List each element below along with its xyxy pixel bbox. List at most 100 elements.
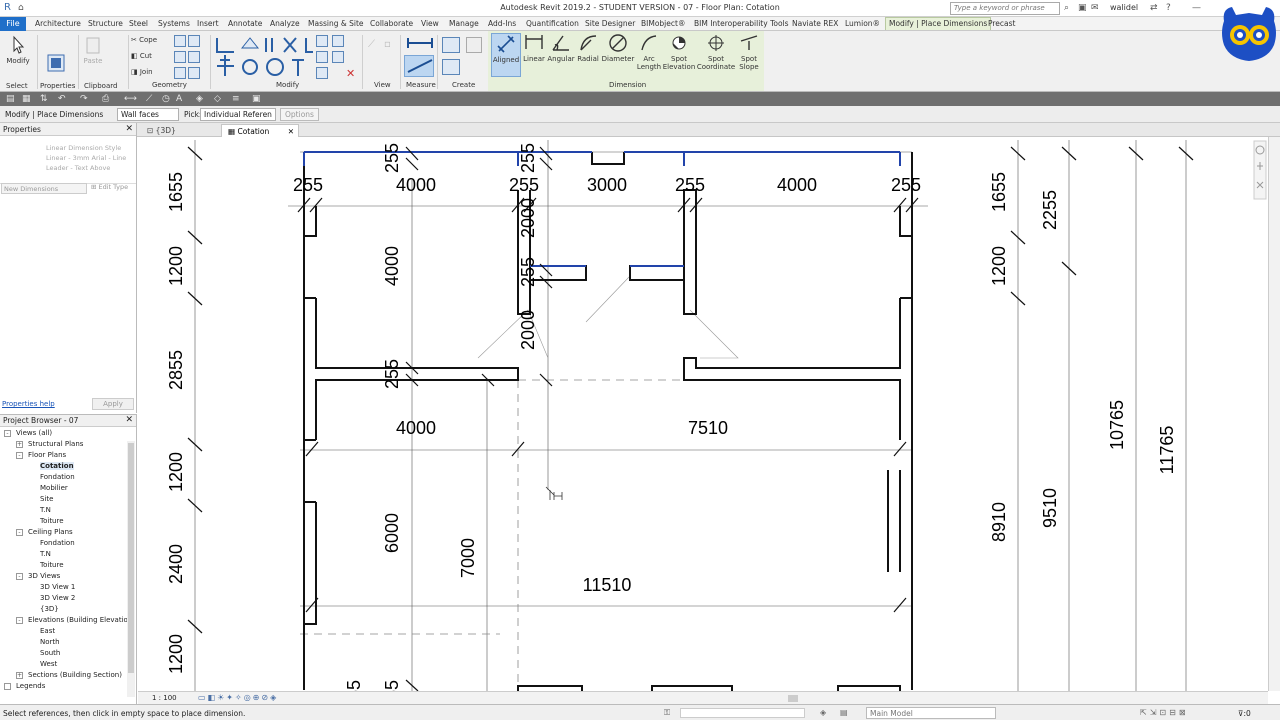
- dim-room-height-6000[interactable]: 6000: [382, 513, 402, 553]
- redo-icon[interactable]: ↷: [80, 94, 88, 104]
- browser-node[interactable]: T.N: [40, 550, 51, 558]
- tab-collaborate[interactable]: Collaborate: [370, 19, 413, 28]
- undo-icon[interactable]: ↶: [58, 94, 66, 104]
- linear-dimension-button[interactable]: Linear: [521, 33, 547, 63]
- dim-bottom-partial[interactable]: 55: [382, 680, 402, 691]
- cope-tool[interactable]: ✂ Cope: [131, 36, 157, 44]
- tab-bim-interoperability[interactable]: BIM Interoperability Tools: [694, 19, 789, 28]
- floor-plan[interactable]: 255 4000 255 3000 255 4000 255 255 255 2…: [138, 137, 1268, 691]
- dim-room-height-4000[interactable]: 4000: [382, 246, 402, 286]
- browser-node[interactable]: Legends: [16, 682, 45, 690]
- browser-node[interactable]: West: [40, 660, 57, 668]
- dim-vertical-255[interactable]: 255: [382, 143, 402, 173]
- open-icon[interactable]: ▤: [6, 94, 15, 104]
- dim-top-4000[interactable]: 4000: [777, 175, 817, 195]
- dim-vertical-2000[interactable]: 2000: [518, 198, 538, 238]
- browser-node[interactable]: Structural Plans: [28, 440, 83, 448]
- dim-vertical-255[interactable]: 255: [518, 143, 538, 173]
- save-icon[interactable]: ▦: [22, 94, 31, 104]
- modify-button[interactable]: Modify: [4, 35, 32, 65]
- tab-insert[interactable]: Insert: [197, 19, 219, 28]
- dim-left-1200[interactable]: 1200: [166, 452, 186, 492]
- select-dropdown[interactable]: Select: [6, 82, 28, 90]
- tab-lumion[interactable]: Lumion®: [845, 19, 880, 28]
- geometry-tool-icon[interactable]: [174, 67, 186, 79]
- thin-lines-icon[interactable]: ≡: [232, 94, 240, 104]
- modify-tools-icons[interactable]: [214, 34, 314, 78]
- aligned-dimension-icon[interactable]: ⟋: [146, 94, 152, 104]
- view-tab-cotation[interactable]: ▦ Cotation ✕: [221, 124, 299, 137]
- browser-node[interactable]: T.N: [40, 506, 51, 514]
- dim-top-3000[interactable]: 3000: [587, 175, 627, 195]
- dim-left-1200[interactable]: 1200: [166, 246, 186, 286]
- edit-type-button[interactable]: ⊞ Edit Type: [91, 183, 128, 191]
- communication-icon[interactable]: ✉: [1091, 3, 1099, 13]
- dim-right-2255[interactable]: 2255: [1040, 190, 1060, 230]
- tree-toggle-icon[interactable]: +: [16, 672, 23, 679]
- view-control-icons[interactable]: ▭◧☀✦✧◎⊕⊘◈: [198, 693, 278, 702]
- create-assembly-icon[interactable]: [466, 37, 482, 53]
- diameter-dimension-button[interactable]: Diameter: [601, 33, 635, 63]
- dim-right-1200[interactable]: 1200: [989, 246, 1009, 286]
- options-button[interactable]: Options: [280, 108, 319, 121]
- browser-node[interactable]: 3D View 2: [40, 594, 75, 602]
- tree-toggle-icon[interactable]: [4, 683, 11, 690]
- tab-file[interactable]: File: [0, 17, 26, 31]
- tree-toggle-icon[interactable]: -: [16, 529, 23, 536]
- dim-bottom-partial[interactable]: 55: [344, 680, 364, 691]
- tab-precast[interactable]: Precast: [988, 19, 1016, 28]
- selection-filter-icons[interactable]: ⇱⇲⊡⊟⊠: [1140, 708, 1189, 717]
- browser-node[interactable]: Cotation: [40, 462, 74, 470]
- browser-scrollbar[interactable]: [127, 441, 135, 697]
- subscription-icon[interactable]: ▣: [1078, 3, 1087, 13]
- dim-left-2855[interactable]: 2855: [166, 350, 186, 390]
- browser-node[interactable]: Sections (Building Section): [28, 671, 122, 679]
- dim-room-width-7510[interactable]: 7510: [688, 418, 728, 438]
- dim-room-width-4000[interactable]: 4000: [396, 418, 436, 438]
- scale-tool-icon[interactable]: [332, 35, 344, 47]
- aligned-dimension-button[interactable]: Aligned: [491, 33, 521, 77]
- design-options-icon[interactable]: ◈: [820, 708, 826, 717]
- close-icon[interactable]: ✕: [288, 127, 294, 136]
- view-tool-icon[interactable]: ⟋: [368, 39, 375, 50]
- tab-quantification[interactable]: Quantification: [526, 19, 579, 28]
- dim-vertical-255[interactable]: 255: [382, 359, 402, 389]
- dim-left-1200[interactable]: 1200: [166, 634, 186, 674]
- tab-bimobject[interactable]: BIMobject®: [641, 19, 685, 28]
- tab-massing-site[interactable]: Massing & Site: [308, 19, 364, 28]
- dim-top-255[interactable]: 255: [293, 175, 323, 195]
- spot-elevation-button[interactable]: Spot Elevation: [662, 33, 696, 71]
- geometry-tool-icon[interactable]: [188, 35, 200, 47]
- horizontal-scroll-thumb[interactable]: [788, 695, 798, 702]
- browser-node[interactable]: Toiture: [40, 561, 64, 569]
- geometry-tool-icon[interactable]: [188, 51, 200, 63]
- exchange-icon[interactable]: ⇄: [1150, 3, 1158, 13]
- sync-icon[interactable]: ⇅: [40, 94, 48, 104]
- text-icon[interactable]: A: [176, 94, 182, 104]
- browser-node[interactable]: Fondation: [40, 473, 75, 481]
- binoculars-icon[interactable]: ⌕: [1064, 3, 1069, 13]
- worksets-icon[interactable]: ⚿: [664, 708, 670, 718]
- main-model-icon[interactable]: ▤: [840, 708, 848, 717]
- dim-top-255[interactable]: 255: [891, 175, 921, 195]
- browser-node[interactable]: Site: [40, 495, 53, 503]
- dim-right-8910[interactable]: 8910: [989, 502, 1009, 542]
- dim-vertical-255[interactable]: 255: [518, 257, 538, 287]
- type-properties-button[interactable]: [44, 53, 68, 75]
- view-scale[interactable]: 1 : 100: [152, 694, 177, 702]
- tab-structure[interactable]: Structure: [88, 19, 123, 28]
- tree-toggle-icon[interactable]: +: [16, 441, 23, 448]
- browser-node[interactable]: Views (all): [16, 429, 52, 437]
- cut-tool[interactable]: ◧ Cut: [131, 52, 152, 60]
- vertical-scrollbar[interactable]: [1253, 137, 1280, 691]
- tree-toggle-icon[interactable]: -: [16, 452, 23, 459]
- tag-icon[interactable]: ◷: [162, 94, 170, 104]
- dim-total-10765[interactable]: 10765: [1107, 400, 1127, 450]
- group-tool-icon[interactable]: [316, 67, 328, 79]
- view-tool-icon[interactable]: ▫: [384, 39, 391, 50]
- dim-top-255[interactable]: 255: [509, 175, 539, 195]
- minimize-icon[interactable]: —: [1192, 3, 1201, 13]
- tab-naviate-rex[interactable]: Naviate REX: [792, 19, 838, 28]
- tab-manage[interactable]: Manage: [449, 19, 479, 28]
- browser-node[interactable]: Elevations (Building Elevatio: [28, 616, 128, 624]
